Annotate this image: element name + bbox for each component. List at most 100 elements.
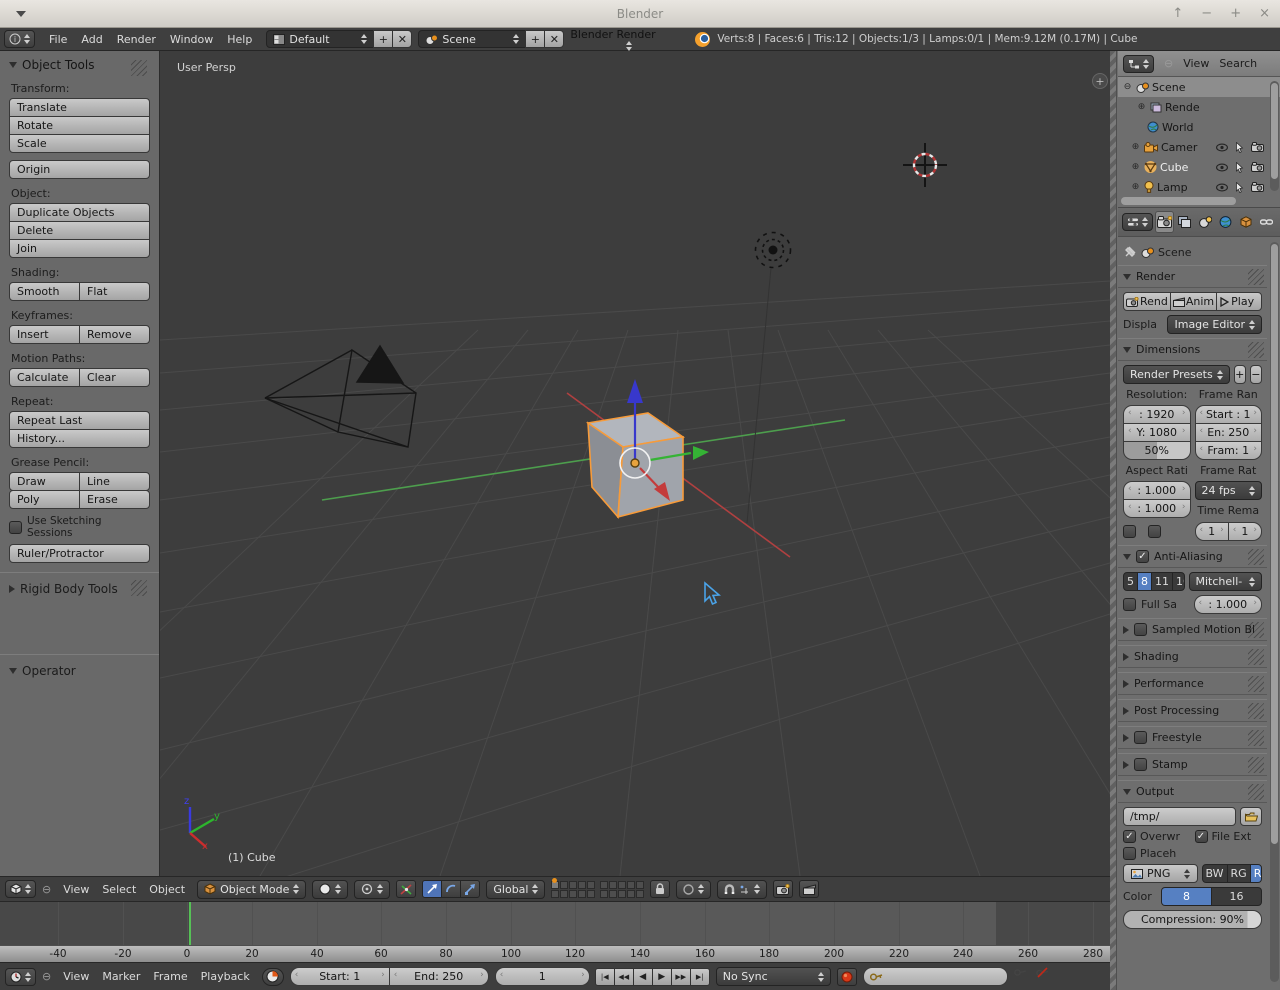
collapse-menus-icon[interactable]: ⊖ (42, 970, 51, 983)
scale-button[interactable]: Scale (9, 134, 150, 153)
menu-help[interactable]: Help (227, 33, 252, 46)
ruler-button[interactable]: Ruler/Protractor (9, 544, 150, 563)
collapse-menus-icon[interactable]: ⊖ (42, 883, 51, 896)
panel-post-processing[interactable]: Post Processing (1118, 699, 1267, 722)
compression-slider[interactable]: Compression: 90% (1123, 910, 1262, 929)
panel-anti-aliasing[interactable]: ✓ Anti-Aliasing (1118, 545, 1267, 568)
expand-icon[interactable]: ⊕ (1136, 102, 1147, 112)
timeline-editor[interactable]: -40 -20 0 20 40 60 80 100 120 140 160 18… (0, 902, 1110, 962)
freestyle-checkbox[interactable] (1134, 731, 1147, 744)
renderability-camera-icon[interactable] (1251, 162, 1264, 172)
menu-file[interactable]: File (49, 33, 67, 46)
visibility-eye-icon[interactable] (1216, 143, 1228, 152)
translate-manipulator-button[interactable] (422, 880, 442, 898)
menu-window[interactable]: Window (170, 33, 213, 46)
selectability-cursor-icon[interactable] (1235, 182, 1244, 193)
rigid-body-collapse-icon[interactable] (9, 585, 15, 593)
timeline-menu-view[interactable]: View (63, 970, 89, 983)
panel-collapse-icon[interactable] (9, 62, 17, 68)
delete-button[interactable]: Delete (9, 221, 150, 240)
collapse-menus-icon[interactable]: ⊖ (1164, 57, 1173, 70)
outliner-row-camera[interactable]: ⊕ Camer (1118, 137, 1280, 157)
rotate-button[interactable]: Rotate (9, 116, 150, 135)
keying-set-field[interactable] (863, 967, 1008, 986)
insert-keyframes-button[interactable] (1014, 967, 1036, 986)
resolution-percentage-slider[interactable]: 50% (1123, 441, 1191, 460)
outliner-row-scene[interactable]: ⊖ Scene (1118, 77, 1280, 97)
editor-type-view3d-dropdown[interactable] (5, 880, 36, 898)
full-sample-checkbox[interactable] (1123, 598, 1136, 611)
window-close-icon[interactable]: × (1259, 6, 1270, 21)
expand-icon[interactable]: ⊕ (1130, 142, 1141, 152)
flat-button[interactable]: Flat (79, 282, 150, 301)
play-button[interactable]: ▶ (652, 968, 672, 986)
stamp-checkbox[interactable] (1134, 758, 1147, 771)
smooth-button[interactable]: Smooth (9, 282, 80, 301)
area-splitter[interactable] (1110, 51, 1117, 990)
overwrite-checkbox[interactable]: ✓ (1123, 830, 1136, 843)
join-button[interactable]: Join (9, 239, 150, 258)
calculate-button[interactable]: Calculate (9, 368, 80, 387)
timeline-menu-marker[interactable]: Marker (102, 970, 140, 983)
expand-icon[interactable]: ⊕ (1130, 162, 1141, 172)
mode-dropdown[interactable]: Object Mode (197, 880, 306, 899)
opengl-render-button[interactable] (773, 880, 793, 898)
layers-widget[interactable] (551, 881, 644, 898)
view3d-menu-view[interactable]: View (63, 883, 89, 896)
window-minimize-icon[interactable]: − (1201, 6, 1212, 21)
properties-vertical-scrollbar[interactable] (1270, 242, 1279, 982)
output-path-field[interactable]: /tmp/ (1123, 807, 1236, 826)
panel-grip[interactable] (131, 60, 147, 76)
file-format-dropdown[interactable]: PNG (1123, 864, 1198, 883)
play-reverse-button[interactable]: ◀ (633, 968, 653, 986)
motion-blur-checkbox[interactable] (1134, 623, 1147, 636)
collapse-icon[interactable]: ⊖ (1122, 82, 1133, 92)
aspect-x-field[interactable]: ‹: 1.000› (1123, 481, 1191, 500)
delete-layout-button[interactable]: ✕ (392, 30, 412, 48)
resolution-y-field[interactable]: ‹Y: 1080› (1123, 423, 1191, 442)
operator-collapse-icon[interactable] (9, 668, 17, 674)
current-frame-playhead[interactable] (189, 902, 191, 945)
remove-preset-button[interactable]: − (1250, 365, 1262, 384)
tab-constraints[interactable] (1258, 211, 1276, 233)
timeline-menu-frame[interactable]: Frame (153, 970, 187, 983)
history-button[interactable]: History... (9, 429, 150, 448)
delete-scene-button[interactable]: ✕ (544, 30, 564, 48)
viewport-3d[interactable]: User Persp (1) Cube z y x + (160, 51, 1110, 876)
viewport-shading-dropdown[interactable] (312, 880, 348, 899)
jump-to-start-button[interactable]: |◀ (595, 968, 615, 986)
sketching-sessions-checkbox[interactable] (9, 521, 22, 534)
outliner-menu-view[interactable]: View (1183, 57, 1209, 70)
panel-freestyle[interactable]: Freestyle (1118, 726, 1267, 749)
render-engine-dropdown[interactable]: Blender Render (570, 28, 688, 51)
window-shade-icon[interactable]: ↑ (1172, 6, 1183, 21)
transform-orientation-dropdown[interactable]: Global (486, 880, 545, 899)
selectability-cursor-icon[interactable] (1235, 162, 1244, 173)
panel-render[interactable]: Render (1118, 265, 1267, 288)
scene-field[interactable]: Scene (418, 30, 526, 48)
use-preview-range-button[interactable] (262, 968, 284, 986)
render-presets-dropdown[interactable]: Render Presets (1123, 365, 1230, 384)
frame-end-header-field[interactable]: ‹End: 250› (389, 967, 489, 986)
display-dropdown[interactable]: Image Editor (1167, 315, 1262, 334)
border-checkbox[interactable] (1123, 525, 1136, 538)
frame-step-field[interactable]: ‹Fram: 1› (1195, 441, 1263, 460)
view3d-menu-object[interactable]: Object (149, 883, 185, 896)
expand-region-icon[interactable]: + (1092, 73, 1108, 89)
aa-samples-segment[interactable]: 5 8 11 16 (1123, 572, 1185, 591)
pin-icon[interactable] (1123, 245, 1137, 259)
scale-manipulator-button[interactable] (460, 880, 480, 898)
translate-button[interactable]: Translate (9, 98, 150, 117)
frame-rate-dropdown[interactable]: 24 fps (1195, 481, 1263, 500)
tab-render-layers[interactable] (1176, 211, 1194, 233)
window-maximize-icon[interactable]: + (1230, 6, 1241, 21)
tab-render[interactable] (1155, 211, 1174, 233)
auto-keyframe-record-button[interactable] (837, 968, 857, 986)
view3d-menu-select[interactable]: Select (102, 883, 136, 896)
clear-button[interactable]: Clear (79, 368, 150, 387)
panel-performance[interactable]: Performance (1118, 672, 1267, 695)
outliner-row-world[interactable]: World (1118, 117, 1280, 137)
tab-scene[interactable] (1196, 211, 1214, 233)
outliner-vertical-scrollbar[interactable] (1270, 81, 1279, 191)
gp-poly-button[interactable]: Poly (9, 490, 80, 509)
